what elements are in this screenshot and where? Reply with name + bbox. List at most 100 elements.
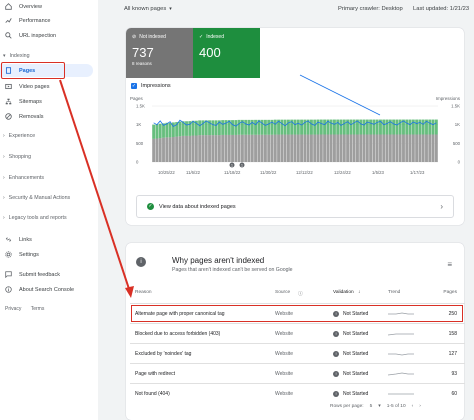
row-reason: Not found (404)	[135, 390, 170, 397]
indexed-tile[interactable]: ✓ Indexed 400	[193, 28, 260, 78]
bar-not-indexed	[168, 137, 172, 162]
reasons-title: Why pages aren't indexed	[172, 256, 265, 265]
sidebar-item-submit-feedback[interactable]: Submit feedback	[0, 268, 60, 281]
bar-indexed	[254, 119, 257, 135]
status-icon: !	[333, 350, 339, 357]
sidebar-item-label: About Search Console	[19, 286, 75, 293]
col-reason[interactable]: Reason	[135, 290, 152, 295]
col-pages[interactable]: Pages	[443, 290, 457, 295]
sidebar-item-settings[interactable]: Settings	[0, 248, 39, 261]
section-shopping[interactable]: › Shopping	[3, 154, 31, 160]
bar-not-indexed	[415, 134, 419, 162]
terms-link[interactable]: Terms	[31, 306, 45, 312]
help-icon[interactable]: ⓘ	[298, 290, 303, 297]
sidebar-item-removals[interactable]: Removals	[0, 110, 43, 123]
section-security[interactable]: › Security & Manual Actions	[3, 195, 70, 201]
table-row[interactable]: Excluded by 'noindex' tag Website ! Not S…	[130, 343, 465, 363]
impressions-checkbox[interactable]: ✓ Impressions	[131, 83, 171, 89]
page-filter-dropdown[interactable]: All known pages ▾	[124, 6, 172, 12]
bar-indexed	[369, 119, 373, 135]
sidebar-item-about[interactable]: About Search Console	[0, 283, 74, 296]
chevron-right-icon: ›	[3, 154, 5, 160]
sidebar-item-overview[interactable]: Overview	[0, 0, 42, 13]
annotation-label: 1	[231, 164, 233, 168]
trend-icon	[5, 18, 12, 23]
bar-indexed	[309, 119, 313, 135]
bar-indexed	[323, 119, 327, 135]
bar-not-indexed	[162, 137, 165, 162]
bar-not-indexed	[313, 134, 317, 162]
bar-indexed	[405, 119, 409, 135]
row-source: Website	[275, 330, 293, 337]
bar-not-indexed	[329, 134, 333, 162]
prev-page-icon[interactable]: ‹	[412, 404, 414, 409]
bar-not-indexed	[434, 134, 438, 162]
dropdown-arrow-icon[interactable]: ▾	[378, 404, 380, 409]
y-right-tick: 0	[458, 160, 461, 165]
sidebar-item-sitemaps[interactable]: Sitemaps	[0, 95, 42, 108]
bar-not-indexed	[224, 134, 228, 162]
x-tick: 10/25/22	[158, 170, 175, 175]
bar-indexed	[168, 122, 172, 138]
row-pages: 93	[451, 370, 457, 377]
bar-indexed	[267, 119, 271, 135]
bar-not-indexed	[296, 134, 300, 162]
check-icon: ✓	[199, 34, 204, 40]
bar-not-indexed	[158, 138, 162, 162]
sidebar-item-label: Video pages	[19, 83, 50, 90]
bar-not-indexed	[369, 134, 373, 162]
reasons-subtitle: Pages that aren't indexed can't be serve…	[172, 267, 293, 273]
bar-indexed	[286, 119, 290, 135]
filter-icon[interactable]: ≡	[447, 260, 452, 269]
col-source[interactable]: Source	[275, 290, 290, 295]
bar-not-indexed	[188, 135, 192, 162]
row-pages: 60	[451, 390, 457, 397]
bar-indexed	[191, 120, 195, 136]
bar-not-indexed	[306, 134, 310, 162]
section-legacy[interactable]: › Legacy tools and reports	[3, 215, 67, 221]
sidebar-item-performance[interactable]: Performance	[0, 14, 51, 27]
y-right-tick: 500	[453, 141, 461, 146]
bar-not-indexed	[247, 134, 251, 162]
bar-not-indexed	[240, 134, 244, 162]
not-indexed-tile[interactable]: ⊘ Not indexed 737 8 reasons	[126, 28, 193, 78]
bar-indexed	[362, 119, 366, 135]
bar-not-indexed	[286, 134, 290, 162]
next-page-icon[interactable]: ›	[419, 404, 421, 409]
section-enhancements[interactable]: › Enhancements	[3, 175, 44, 181]
check-circle-icon: ✓	[147, 203, 154, 210]
row-pages: 158	[448, 330, 457, 337]
row-pages: 127	[448, 350, 457, 357]
section-experience[interactable]: › Experience	[3, 133, 35, 139]
section-indexing[interactable]: ▾ Indexing	[3, 53, 30, 59]
bar-not-indexed	[362, 134, 366, 162]
bar-indexed	[329, 119, 333, 135]
sidebar-item-links[interactable]: Links	[0, 233, 32, 246]
sidebar: Overview Performance URL inspection ▾ In…	[0, 0, 98, 420]
bar-not-indexed	[221, 134, 225, 162]
bar-not-indexed	[185, 135, 188, 162]
view-indexed-data-link[interactable]: ✓ View data about indexed pages ›	[136, 195, 454, 218]
table-row[interactable]: Page with redirect Website ! Not Started …	[130, 363, 465, 383]
sidebar-item-label: Submit feedback	[19, 271, 60, 278]
rows-per-page-select[interactable]: 5	[370, 404, 373, 409]
col-validation[interactable]: Validation	[333, 290, 354, 295]
row-validation: ! Not Started	[333, 370, 368, 377]
privacy-link[interactable]: Privacy	[5, 306, 21, 312]
bar-indexed	[237, 119, 241, 135]
table-row[interactable]: Not found (404) Website ! Not Started 60	[130, 383, 465, 403]
info-icon	[5, 286, 12, 293]
last-updated: Last updated: 1/21/23	[413, 6, 470, 12]
sidebar-item-url-inspection[interactable]: URL inspection	[0, 29, 56, 42]
section-label: Security & Manual Actions	[8, 195, 71, 201]
bar-indexed	[165, 122, 169, 138]
bar-not-indexed	[175, 136, 179, 162]
bar-not-indexed	[201, 135, 205, 162]
sidebar-item-video-pages[interactable]: Video pages	[0, 80, 49, 93]
bar-not-indexed	[346, 134, 350, 162]
bar-not-indexed	[372, 134, 376, 162]
table-row[interactable]: Blocked due to access forbidden (403) We…	[130, 323, 465, 343]
bar-not-indexed	[431, 134, 435, 162]
bar-indexed	[263, 119, 267, 135]
bar-indexed	[359, 119, 363, 135]
